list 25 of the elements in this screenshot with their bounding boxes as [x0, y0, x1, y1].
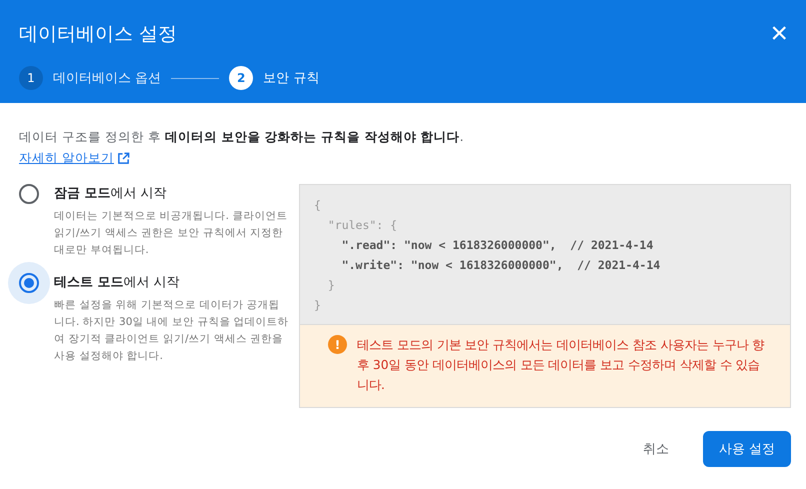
step-label: 보안 규칙 [263, 70, 320, 87]
warning-text: 테스트 모드의 기본 보안 규칙에서는 데이터베이스 참조 사용자는 누구나 향후 30일 동안 데이터베이스의 모든 데이터를 보고 수정하며 삭제할 수 있습니다. [357, 337, 766, 394]
code-line: } [326, 277, 336, 294]
option-title: 잠금 모드에서 시작 [54, 185, 168, 202]
code-line: ".read": "now < 1618326000000", // 2021-4-14 [340, 237, 654, 254]
option-description: 데이터는 기본적으로 비공개됩니다. 클라이언트 읽기/쓰기 액세스 권한은 보안 규칙에서 지정한 대로만 부여됩니다. [54, 209, 288, 258]
cancel-button[interactable]: 취소 [626, 431, 685, 467]
step-number: 2 [229, 66, 254, 90]
option-title: 테스트 모드에서 시작 [54, 274, 181, 291]
radio-button[interactable] [19, 273, 39, 293]
option-description: 빠른 설정을 위해 기본적으로 데이터가 공개됩니다. 하지만 30일 내에 보안 규칙을 업데이트하여 장기적 클라이언트 읽기/쓰기 액세스 권한을 사용 설정해야 합니다. [54, 298, 289, 364]
learn-more-link[interactable]: 자세히 알아보기 [19, 150, 130, 167]
step-label: 데이터베이스 옵션 [53, 70, 162, 87]
enable-button[interactable]: 사용 설정 [702, 431, 791, 467]
code-line: ".write": "now < 1618326000000", // 2021-4-14 [340, 257, 662, 274]
code-line: "rules": { [326, 217, 398, 234]
close-button[interactable]: × [760, 19, 806, 49]
warning-icon: ! [328, 335, 347, 354]
external-link-icon [116, 152, 130, 165]
radio-button[interactable] [19, 184, 39, 204]
dialog-title: 데이터베이스 설정 [19, 22, 178, 47]
code-line: } [314, 297, 322, 314]
intro-text: 데이터 구조를 정의한 후 데이터의 보안을 강화하는 규칙을 작성해야 합니다. [19, 129, 465, 146]
code-line: { [314, 197, 322, 214]
step-number: 1 [19, 66, 43, 90]
